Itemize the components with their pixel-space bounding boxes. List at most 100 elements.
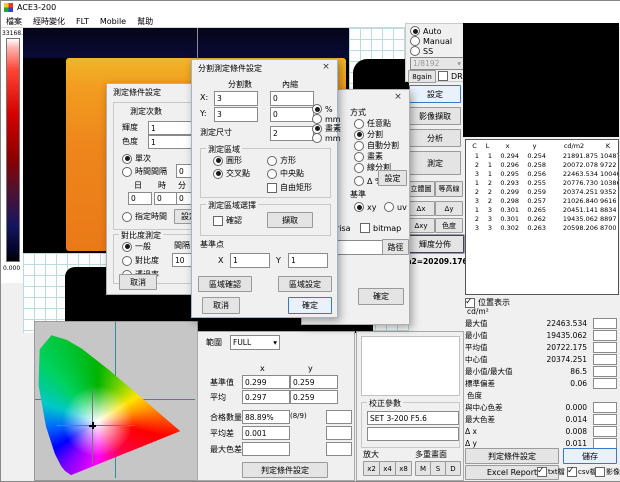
delta-x-button[interactable]: Δx: [407, 201, 435, 216]
contour-button[interactable]: 等高線: [435, 181, 463, 197]
split-condition-dialog[interactable]: 分割測定條件設定 × 分割數 內縮 X: 3 0 Y: 3 0 % mm 測定尺…: [191, 59, 338, 318]
specified-time-radio[interactable]: [122, 212, 132, 222]
ref-point-y-field[interactable]: 1: [288, 253, 328, 268]
image-capture-button[interactable]: 影像擷取: [409, 107, 461, 125]
measure-cancel-button[interactable]: 取消: [119, 274, 157, 290]
exposure-auto[interactable]: Auto: [410, 26, 442, 36]
delta-xy-button[interactable]: Δxy: [407, 218, 435, 233]
bitmap-checkbox-row[interactable]: bitmap: [360, 223, 401, 233]
single-radio-row[interactable]: 單次: [122, 153, 151, 164]
region-center[interactable]: 中央點: [267, 168, 304, 179]
gain-button[interactable]: 8gain: [408, 70, 436, 83]
free-rect-checkbox[interactable]: [267, 183, 277, 193]
region-free-rect[interactable]: 自由矩形: [267, 182, 312, 193]
ss-radio[interactable]: [410, 46, 420, 56]
cross-radio[interactable]: [213, 169, 223, 179]
multi-s-button[interactable]: S: [430, 461, 446, 476]
delta-pct-radio[interactable]: [354, 176, 364, 186]
menu-item[interactable]: FLT: [76, 17, 89, 26]
calibration-param1-field[interactable]: SET 3-200 F5.6: [367, 411, 459, 425]
table-row[interactable]: 110.2940.25421891.87510487: [466, 152, 618, 161]
ref-point-x-field[interactable]: 1: [230, 253, 270, 268]
bitmap-checkbox[interactable]: [360, 223, 370, 233]
any-point-radio[interactable]: [354, 119, 364, 129]
multi-m-button[interactable]: M: [415, 461, 431, 476]
shutter-select[interactable]: 1/8192▾: [410, 57, 464, 70]
path-field[interactable]: [336, 240, 386, 255]
luminance-dist-button[interactable]: 輝度分佈: [406, 235, 464, 253]
method-ok-button[interactable]: 確定: [358, 288, 404, 305]
grab-button[interactable]: 擷取: [267, 212, 313, 228]
image-file-checkbox-row[interactable]: 影像檔: [595, 467, 620, 477]
split-cancel-button[interactable]: 取消: [202, 297, 240, 314]
measure-button[interactable]: 測定: [409, 151, 461, 175]
circle-radio[interactable]: [213, 156, 223, 166]
zoom-x2-button[interactable]: x2: [363, 461, 380, 476]
image-file-checkbox[interactable]: [595, 467, 605, 477]
day-field[interactable]: 0: [128, 192, 152, 205]
split-radio[interactable]: [354, 130, 364, 140]
interval-radio-row[interactable]: 時間間隔: [122, 166, 167, 177]
method-any-point[interactable]: 任意點: [354, 118, 391, 129]
contrast-radio-row[interactable]: 對比度: [122, 255, 159, 266]
ref-x-field[interactable]: 0.299: [242, 375, 290, 389]
avg-y-field[interactable]: 0.259: [290, 390, 338, 404]
region-cross[interactable]: 交叉點: [213, 168, 250, 179]
table-row[interactable]: 120.2930.25520776.73010386: [466, 179, 618, 188]
csv-checkbox[interactable]: [567, 467, 577, 477]
menu-item[interactable]: 幫助: [137, 16, 153, 27]
analyze-button[interactable]: 分析: [409, 129, 461, 147]
position-display-checkbox[interactable]: [465, 298, 475, 308]
close-icon[interactable]: ×: [317, 61, 335, 74]
exposure-ss[interactable]: SS: [410, 46, 433, 56]
basis-xy[interactable]: xy: [354, 202, 376, 212]
txt-checkbox-row[interactable]: txt檔: [537, 467, 565, 477]
y-inset-field[interactable]: 0: [270, 107, 314, 122]
multi-d-button[interactable]: D: [445, 461, 461, 476]
line-split-radio[interactable]: [354, 163, 364, 173]
table-row[interactable]: 210.2960.25820072.0789722: [466, 161, 618, 170]
basis-uv[interactable]: uv: [384, 202, 407, 212]
menu-item[interactable]: 經時變化: [33, 16, 65, 27]
interval-radio[interactable]: [122, 167, 132, 177]
x-div-field[interactable]: 3: [214, 91, 258, 106]
range-select[interactable]: FULL▾: [230, 335, 280, 350]
region-confirm-button[interactable]: 區域確認: [198, 276, 252, 292]
dr-checkbox-row[interactable]: DR: [438, 71, 463, 81]
menu-item[interactable]: 檔案: [6, 16, 22, 27]
region-square[interactable]: 方形: [267, 155, 296, 166]
size-mm-radio-row[interactable]: mm: [312, 133, 341, 143]
cie-white-point-marker[interactable]: [89, 422, 96, 429]
table-row[interactable]: 320.2980.25721026.8409616: [466, 197, 618, 206]
size-mm-radio[interactable]: [312, 133, 322, 143]
auto-radio[interactable]: [410, 26, 420, 36]
zoom-x4-button[interactable]: x4: [379, 461, 396, 476]
csv-checkbox-row[interactable]: csv檔: [567, 467, 597, 477]
view-splitter-line[interactable]: [197, 28, 198, 59]
hour-field[interactable]: 0: [154, 192, 178, 205]
region-circle[interactable]: 圓形: [213, 155, 242, 166]
path-button[interactable]: 路徑: [382, 239, 409, 255]
normal-radio[interactable]: [122, 242, 132, 252]
table-row[interactable]: 220.2990.25920374.2519352: [466, 188, 618, 197]
result-judge-button[interactable]: 判定條件設定: [465, 448, 559, 464]
method-pixel[interactable]: 畫素: [354, 151, 383, 162]
inset-pct-radio-row[interactable]: %: [312, 104, 333, 114]
center-radio[interactable]: [267, 169, 277, 179]
size-pixel-radio[interactable]: [312, 124, 322, 134]
lum-count-field[interactable]: 1: [148, 121, 194, 135]
normal-radio-row[interactable]: 一般: [122, 241, 151, 252]
single-radio[interactable]: [122, 154, 132, 164]
delta-y-button[interactable]: Δy: [435, 201, 463, 216]
method-split[interactable]: 分割: [354, 129, 383, 140]
settings-button[interactable]: 設定: [409, 85, 461, 103]
uv-radio[interactable]: [384, 202, 394, 212]
table-row[interactable]: 230.3010.26219435.0628897: [466, 215, 618, 224]
menu-item[interactable]: Mobile: [100, 17, 126, 26]
manual-radio[interactable]: [410, 36, 420, 46]
table-row[interactable]: 330.3020.26320598.2068700: [466, 224, 618, 233]
xy-radio[interactable]: [354, 202, 364, 212]
method-auto-split[interactable]: 自動分割: [354, 140, 399, 151]
chroma-count-field[interactable]: 1: [148, 135, 194, 149]
confirm-checkbox[interactable]: [213, 216, 223, 226]
